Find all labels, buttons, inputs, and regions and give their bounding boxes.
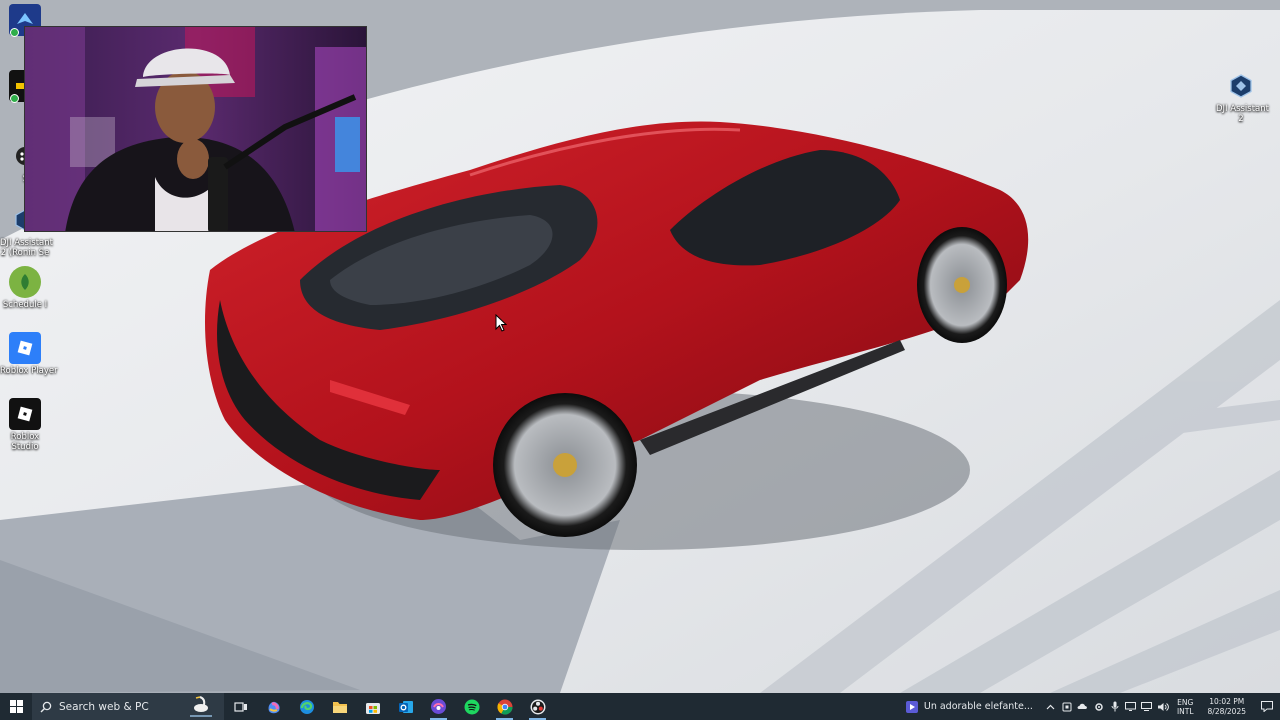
show-hidden-icons-button[interactable]: [1043, 693, 1059, 720]
input-language-indicator[interactable]: ENG INTL: [1171, 698, 1200, 716]
system-tray: Un adorable elefante... ENG INTL 10:02 P…: [898, 693, 1280, 720]
monitor-icon: [1125, 702, 1137, 711]
volume-tray[interactable]: [1155, 693, 1171, 720]
sync-check-icon: [10, 94, 19, 103]
display-tray[interactable]: [1123, 693, 1139, 720]
desktop-icon-roblox-player[interactable]: Roblox Player: [0, 332, 58, 376]
mouse-cursor-icon: [495, 314, 507, 332]
obs-icon: [530, 699, 545, 714]
tray-app-3[interactable]: [1091, 693, 1107, 720]
file-explorer-icon: [332, 701, 347, 713]
desktop-icon-label: DJI Assistant 2 (Ronin Se: [0, 238, 53, 258]
streamer-camera-feed: [25, 27, 366, 231]
device-icon: [1062, 702, 1072, 711]
taskbar-edge[interactable]: [290, 693, 323, 720]
copilot-icon: [268, 701, 280, 713]
taskbar-search-box[interactable]: Search web & PC: [32, 693, 224, 720]
now-playing-title: Un adorable elefante...: [923, 701, 1033, 712]
notification-icon: [1261, 701, 1273, 712]
taskbar-copilot[interactable]: [257, 693, 290, 720]
settings-gear-icon: [1095, 702, 1103, 711]
app-icon: [431, 699, 446, 714]
roblox-studio-icon: [9, 398, 41, 430]
desktop-icon-label: Roblox Studio: [10, 432, 40, 452]
edge-icon: [299, 699, 314, 714]
outlook-icon: [398, 700, 413, 713]
sync-check-icon: [10, 28, 19, 37]
language-code: ENG: [1177, 697, 1194, 707]
task-view-button[interactable]: [224, 693, 257, 720]
chevron-up-icon: [1047, 704, 1055, 709]
desktop-icon-label: Roblox Player: [0, 366, 58, 376]
tray-app-2[interactable]: [1075, 693, 1091, 720]
now-playing-widget[interactable]: Un adorable elefante...: [898, 693, 1043, 720]
desktop-icon-label: DJI Assistant 2: [1216, 104, 1269, 124]
microsoft-store-icon: [365, 702, 380, 714]
search-placeholder: Search web & PC: [59, 700, 149, 713]
search-highlight-heron-icon: [190, 696, 212, 717]
taskbar-chrome[interactable]: [488, 693, 521, 720]
desktop-icon-schedule-i[interactable]: Schedule I: [0, 266, 50, 310]
taskbar-obs[interactable]: [521, 693, 554, 720]
network-tray[interactable]: [1139, 693, 1155, 720]
desktop[interactable]: RoLea StrFigh Strea DJI Assistant2 (Roni…: [0, 0, 1280, 693]
schedule-i-icon: [9, 266, 41, 298]
action-center-button[interactable]: [1254, 693, 1280, 720]
clock-date: 8/28/2025: [1207, 706, 1246, 716]
start-button[interactable]: [0, 693, 32, 720]
tray-app-1[interactable]: [1059, 693, 1075, 720]
roblox-player-icon: [9, 332, 41, 364]
network-icon: [1141, 702, 1153, 711]
taskbar-clock[interactable]: 10:02 PM 8/28/2025: [1200, 697, 1254, 717]
taskbar-outlook[interactable]: [389, 693, 422, 720]
webcam-overlay: [24, 26, 367, 232]
taskbar-file-explorer[interactable]: [323, 693, 356, 720]
chrome-icon: [496, 699, 512, 715]
task-view-icon: [233, 701, 247, 712]
media-play-icon: [905, 700, 918, 713]
desktop-icon-roblox-studio[interactable]: Roblox Studio: [0, 398, 50, 452]
search-icon: [40, 701, 52, 712]
speaker-icon: [1157, 702, 1169, 711]
windows-logo-icon: [9, 700, 23, 713]
clock-time: 10:02 PM: [1209, 696, 1245, 706]
microphone-tray[interactable]: [1107, 693, 1123, 720]
desktop-icon-dji-assistant-2[interactable]: DJI Assistant 2: [1216, 70, 1269, 124]
keyboard-layout: INTL: [1176, 706, 1194, 716]
taskbar-microsoft-store[interactable]: [356, 693, 389, 720]
dji-assistant-2-icon: [1225, 70, 1257, 102]
desktop-icon-label: Schedule I: [2, 300, 48, 310]
taskbar: Search web & PC Un adorable elefante... …: [0, 693, 1280, 720]
taskbar-pinned-app[interactable]: [422, 693, 455, 720]
spotify-icon: [464, 699, 479, 714]
microphone-icon: [1111, 701, 1119, 712]
taskbar-spotify[interactable]: [455, 693, 488, 720]
onedrive-icon: [1077, 703, 1088, 709]
